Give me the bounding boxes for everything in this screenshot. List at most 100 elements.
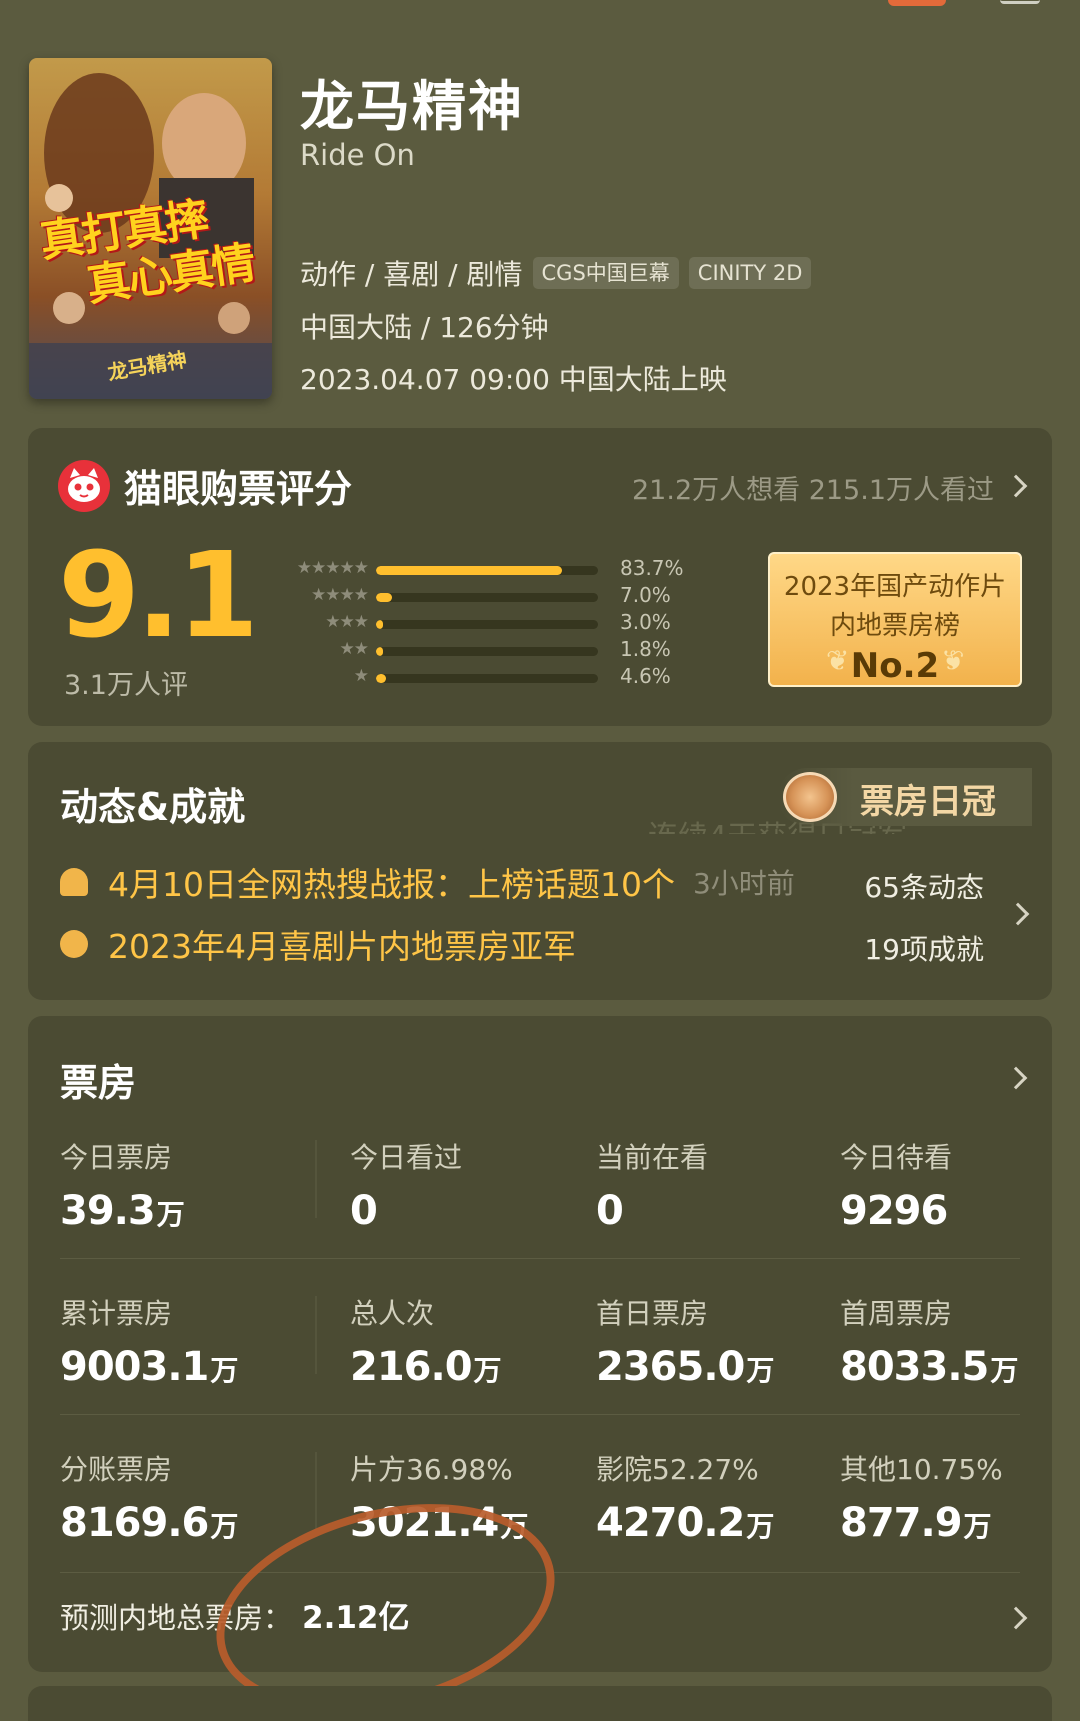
stat-number: 0 [596, 1188, 624, 1234]
format-tag-cinity: CINITY 2D [688, 257, 812, 289]
stat-unit: 万 [156, 1198, 185, 1231]
rating-count: 3.1万人评 [64, 670, 188, 701]
stat-value: 9003.1万 [60, 1344, 300, 1390]
row-divider [60, 1414, 1020, 1415]
achievement-item[interactable]: 2023年4月喜剧片内地票房亚军 [60, 922, 576, 966]
box-office-stat: 今日票房 39.3万 [60, 1136, 300, 1234]
box-office-stat: 今日待看 9296 [840, 1136, 1080, 1234]
stat-value: 877.9万 [840, 1500, 1080, 1546]
distribution-bar-fill [376, 647, 383, 656]
stat-unit: 万 [746, 1354, 774, 1387]
stat-value: 9296 [840, 1188, 1080, 1234]
chevron-right-icon[interactable] [1004, 474, 1028, 498]
stat-number: 8033.5 [840, 1344, 989, 1390]
movie-title-en: Ride On [300, 138, 415, 172]
row-divider [60, 1258, 1020, 1259]
column-divider [315, 1452, 317, 1530]
column-divider [315, 1140, 317, 1218]
genre-1: 动作 [300, 258, 357, 291]
stat-unit: 万 [210, 1510, 238, 1543]
stat-label: 分账票房 [60, 1453, 173, 1486]
stat-label: 今日票房 [60, 1141, 173, 1174]
distribution-percent: 4.6% [620, 664, 671, 688]
distribution-bar-fill [376, 674, 387, 683]
stat-value: 216.0万 [350, 1344, 590, 1390]
distribution-bar-fill [376, 620, 383, 629]
chevron-right-icon[interactable] [1006, 902, 1030, 926]
chevron-right-icon[interactable] [1004, 1066, 1028, 1090]
distribution-bar-track [376, 620, 598, 629]
rank-line2: 内地票房榜 [829, 611, 960, 641]
movie-title: 龙马精神 [300, 75, 524, 138]
star-icons: ★★★★ [311, 585, 369, 605]
news-text: 4月10日全网热搜战报：上榜话题10个 [108, 865, 675, 904]
stat-label: 当前在看 [596, 1141, 709, 1174]
news-count[interactable]: 65条动态 [864, 866, 984, 906]
distribution-bar-track [376, 593, 598, 602]
distribution-percent: 1.8% [620, 637, 671, 661]
star-icons: ★★ [339, 639, 369, 659]
star-icons: ★★★★★ [296, 558, 369, 578]
stat-label: 今日看过 [350, 1141, 463, 1174]
stat-unit: 万 [746, 1510, 774, 1543]
distribution-bar-fill [376, 566, 562, 575]
daily-champion-badge[interactable]: 票房日冠 [778, 768, 1032, 826]
badge-text: 票房日冠 [860, 782, 996, 822]
box-office-stat: 总人次 216.0万 [350, 1292, 590, 1390]
stat-value: 8169.6万 [60, 1500, 300, 1546]
top-bar-remnant [888, 0, 946, 6]
rating-score: 9.1 [58, 526, 259, 664]
stat-number: 0 [350, 1188, 378, 1234]
stat-label: 总人次 [350, 1297, 435, 1330]
rank-line1: 2023年国产动作片 [783, 572, 1007, 602]
release-date: 2023.04.07 09:00 中国大陆上映 [300, 363, 727, 396]
stat-number: 216.0 [350, 1344, 473, 1390]
distribution-bar-track [376, 647, 598, 656]
maoyan-cat-icon [58, 460, 110, 512]
distribution-percent: 3.0% [620, 610, 671, 634]
chevron-right-icon[interactable] [1004, 1606, 1028, 1630]
medal-icon [783, 772, 837, 822]
laurel-left-icon: ❦ [826, 644, 850, 677]
distribution-percent: 7.0% [620, 583, 671, 607]
medal-icon [60, 930, 88, 958]
rank-badge[interactable]: 2023年国产动作片 内地票房榜 No.2 ❦ ❦ [768, 552, 1022, 687]
stat-label: 影院52.27% [596, 1453, 759, 1486]
next-card [28, 1686, 1052, 1721]
top-bar-remnant-icon [1000, 0, 1040, 4]
stat-value: 8033.5万 [840, 1344, 1080, 1390]
rating-card: 猫眼购票评分 21.2万人想看 215.1万人看过 9.1 3.1万人评 ★★★… [28, 428, 1052, 726]
genre-2: 喜剧 [383, 258, 440, 291]
stat-value: 0 [350, 1188, 590, 1234]
format-tag-cgs: CGS中国巨幕 [532, 257, 679, 289]
stat-label: 首周票房 [840, 1297, 953, 1330]
dynamics-card: 动态&成就 连续4天获得日冠军 票房日冠 4月10日全网热搜战报：上榜话题10个… [28, 742, 1052, 1000]
box-office-stat: 今日看过 0 [350, 1136, 590, 1234]
box-office-stat: 首日票房 2365.0万 [596, 1292, 836, 1390]
stat-number: 8169.6 [60, 1500, 209, 1546]
box-office-stat: 首周票房 8033.5万 [840, 1292, 1080, 1390]
distribution-bar-track [376, 674, 598, 683]
star-icons: ★ [353, 666, 369, 686]
stat-value: 4270.2万 [596, 1500, 836, 1546]
achievement-count[interactable]: 19项成就 [864, 928, 984, 968]
want-watched-count[interactable]: 21.2万人想看 215.1万人看过 [632, 468, 994, 507]
rating-section-title: 猫眼购票评分 [124, 467, 353, 511]
stat-number: 9296 [840, 1188, 948, 1234]
distribution-percent: 83.7% [620, 556, 684, 580]
stat-number: 2365.0 [596, 1344, 745, 1390]
news-time: 3小时前 [692, 867, 795, 900]
stat-value: 39.3万 [60, 1188, 300, 1234]
stat-number: 9003.1 [60, 1344, 209, 1390]
distribution-bar-track [376, 566, 598, 575]
stat-label: 今日待看 [840, 1141, 953, 1174]
stat-value: 0 [596, 1188, 836, 1234]
news-item[interactable]: 4月10日全网热搜战报：上榜话题10个 3小时前 [60, 860, 795, 904]
movie-poster[interactable]: 真打真摔 真心真情 龙马精神 [29, 58, 272, 399]
stat-unit: 万 [963, 1510, 992, 1543]
genre-3: 剧情 [466, 258, 523, 291]
stat-number: 4270.2 [596, 1500, 745, 1546]
bell-icon [60, 868, 88, 896]
distribution-bar-fill [376, 593, 392, 602]
stat-label: 片方36.98% [350, 1453, 513, 1486]
